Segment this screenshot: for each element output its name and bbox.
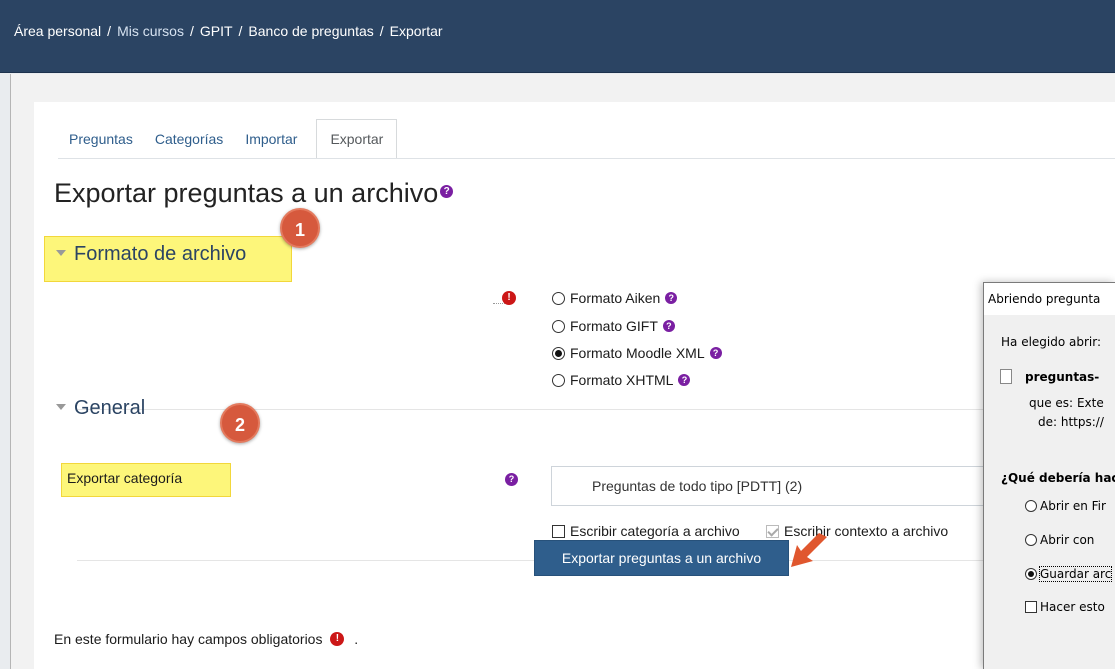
breadcrumb-separator: / (189, 23, 194, 39)
tab-categorias[interactable]: Categorías (144, 119, 234, 159)
breadcrumb-separator: / (238, 23, 243, 39)
breadcrumb-item-mis-cursos[interactable]: Mis cursos (117, 23, 184, 39)
dialog-type-label: que es: (1029, 396, 1074, 410)
required-fields-note: En este formulario hay campos obligatori… (54, 631, 358, 647)
section-format-header[interactable]: Formato de archivo (56, 243, 246, 266)
breadcrumb: Área personal / Mis cursos / GPIT / Banco de p… (14, 23, 443, 39)
breadcrumb-separator: / (107, 23, 112, 39)
breadcrumb-item-banco-preguntas[interactable]: Banco de preguntas (248, 23, 373, 39)
top-navbar: Área personal / Mis cursos / GPIT / Banco de p… (0, 0, 1115, 73)
required-icon: ! (330, 632, 345, 647)
help-icon[interactable]: ? (662, 320, 675, 332)
section-divider (77, 560, 983, 561)
dialog-option-open-in[interactable]: Abrir en Fir (1025, 499, 1106, 513)
radio-label: Formato Aiken (570, 290, 661, 306)
pointer-arrow-icon (791, 533, 827, 567)
help-icon[interactable]: ? (440, 185, 454, 199)
dialog-type-value: Exte (1076, 396, 1104, 410)
required-note-suffix: . (354, 631, 359, 647)
dialog-remember-label: Hacer esto (1040, 600, 1105, 614)
help-icon[interactable]: ? (505, 473, 518, 486)
dialog-option-label: Abrir en Fir (1040, 499, 1106, 513)
section-divider (77, 409, 983, 410)
dialog-option-open-with[interactable]: Abrir con (1025, 533, 1094, 547)
question-bank-tabs: Preguntas Categorías Importar Exportar (58, 119, 398, 159)
radio-label: Formato Moodle XML (570, 345, 705, 361)
radio-button[interactable] (552, 319, 565, 333)
dialog-option-label: Abrir con (1040, 533, 1095, 547)
step-badge-2: 2 (220, 403, 260, 443)
dialog-filename: preguntas- (1025, 370, 1100, 384)
collapse-caret-icon (56, 403, 66, 410)
checkbox-label: Escribir categoría a archivo (570, 523, 740, 539)
radio-label: Formato XHTML (570, 372, 674, 388)
file-icon (1000, 369, 1012, 384)
breadcrumb-item-area-personal[interactable]: Área personal (14, 23, 101, 39)
section-format-title: Formato de archivo (74, 243, 247, 265)
dialog-option-save[interactable]: Guardar arc (1025, 566, 1113, 582)
download-dialog: Abriendo pregunta Ha elegido abrir: preg… (983, 282, 1115, 669)
tab-importar[interactable]: Importar (234, 119, 308, 159)
section-general-title: General (74, 397, 146, 419)
dialog-option-label: Guardar arc (1038, 566, 1113, 582)
collapse-caret-icon (56, 249, 66, 256)
dialog-chosen-label: Ha elegido abrir: (1001, 335, 1102, 349)
tab-preguntas[interactable]: Preguntas (58, 119, 144, 159)
radio-format-moodle-xml[interactable]: Formato Moodle XML ? (552, 345, 722, 361)
help-icon[interactable]: ? (665, 292, 678, 304)
required-note-text: En este formulario hay campos obligatori… (54, 631, 323, 647)
checkbox[interactable] (552, 524, 565, 538)
radio-format-aiken[interactable]: Formato Aiken ? (552, 290, 678, 306)
section-general-header[interactable]: General (56, 397, 145, 420)
breadcrumb-item-exportar[interactable]: Exportar (390, 23, 443, 39)
dialog-from-value: https:// (1060, 415, 1104, 429)
required-icon: ! (502, 291, 516, 305)
checkbox-checked-disabled[interactable] (766, 524, 779, 538)
radio-button-selected[interactable] (1025, 568, 1037, 580)
help-icon[interactable]: ? (709, 347, 722, 359)
dialog-from-label: de: (1038, 415, 1058, 429)
radio-format-xhtml[interactable]: Formato XHTML ? (552, 372, 691, 388)
help-icon[interactable]: ? (678, 374, 691, 386)
dialog-title: Abriendo pregunta (984, 283, 1115, 315)
dialog-remember-checkbox[interactable]: Hacer esto (1025, 600, 1105, 614)
radio-button-selected[interactable] (552, 346, 565, 360)
checkbox-write-category[interactable]: Escribir categoría a archivo (552, 523, 740, 539)
radio-button[interactable] (1025, 500, 1037, 512)
checkbox[interactable] (1025, 601, 1037, 613)
page-title-text: Exportar preguntas a un archivo (54, 178, 439, 208)
breadcrumb-item-gpit[interactable]: GPIT (200, 23, 233, 39)
page-title: Exportar preguntas a un archivo? (54, 178, 454, 209)
dialog-from-row: de: https:// (1038, 415, 1104, 429)
export-category-label: Exportar categoría (67, 470, 183, 486)
radio-button[interactable] (552, 291, 565, 305)
tab-exportar[interactable]: Exportar (316, 119, 398, 159)
radio-button[interactable] (552, 373, 565, 387)
tabs-divider (58, 158, 1115, 159)
radio-button[interactable] (1025, 534, 1037, 546)
breadcrumb-separator: / (379, 23, 384, 39)
radio-label: Formato GIFT (570, 318, 658, 334)
category-select[interactable]: Preguntas de todo tipo [PDTT] (2) (551, 466, 991, 506)
export-submit-button[interactable]: Exportar preguntas a un archivo (534, 540, 789, 576)
step-badge-1: 1 (280, 208, 320, 248)
dialog-type-row: que es: Exte (1029, 396, 1104, 410)
dialog-question: ¿Qué debería hac (1001, 471, 1115, 485)
radio-format-gift[interactable]: Formato GIFT ? (552, 318, 675, 334)
